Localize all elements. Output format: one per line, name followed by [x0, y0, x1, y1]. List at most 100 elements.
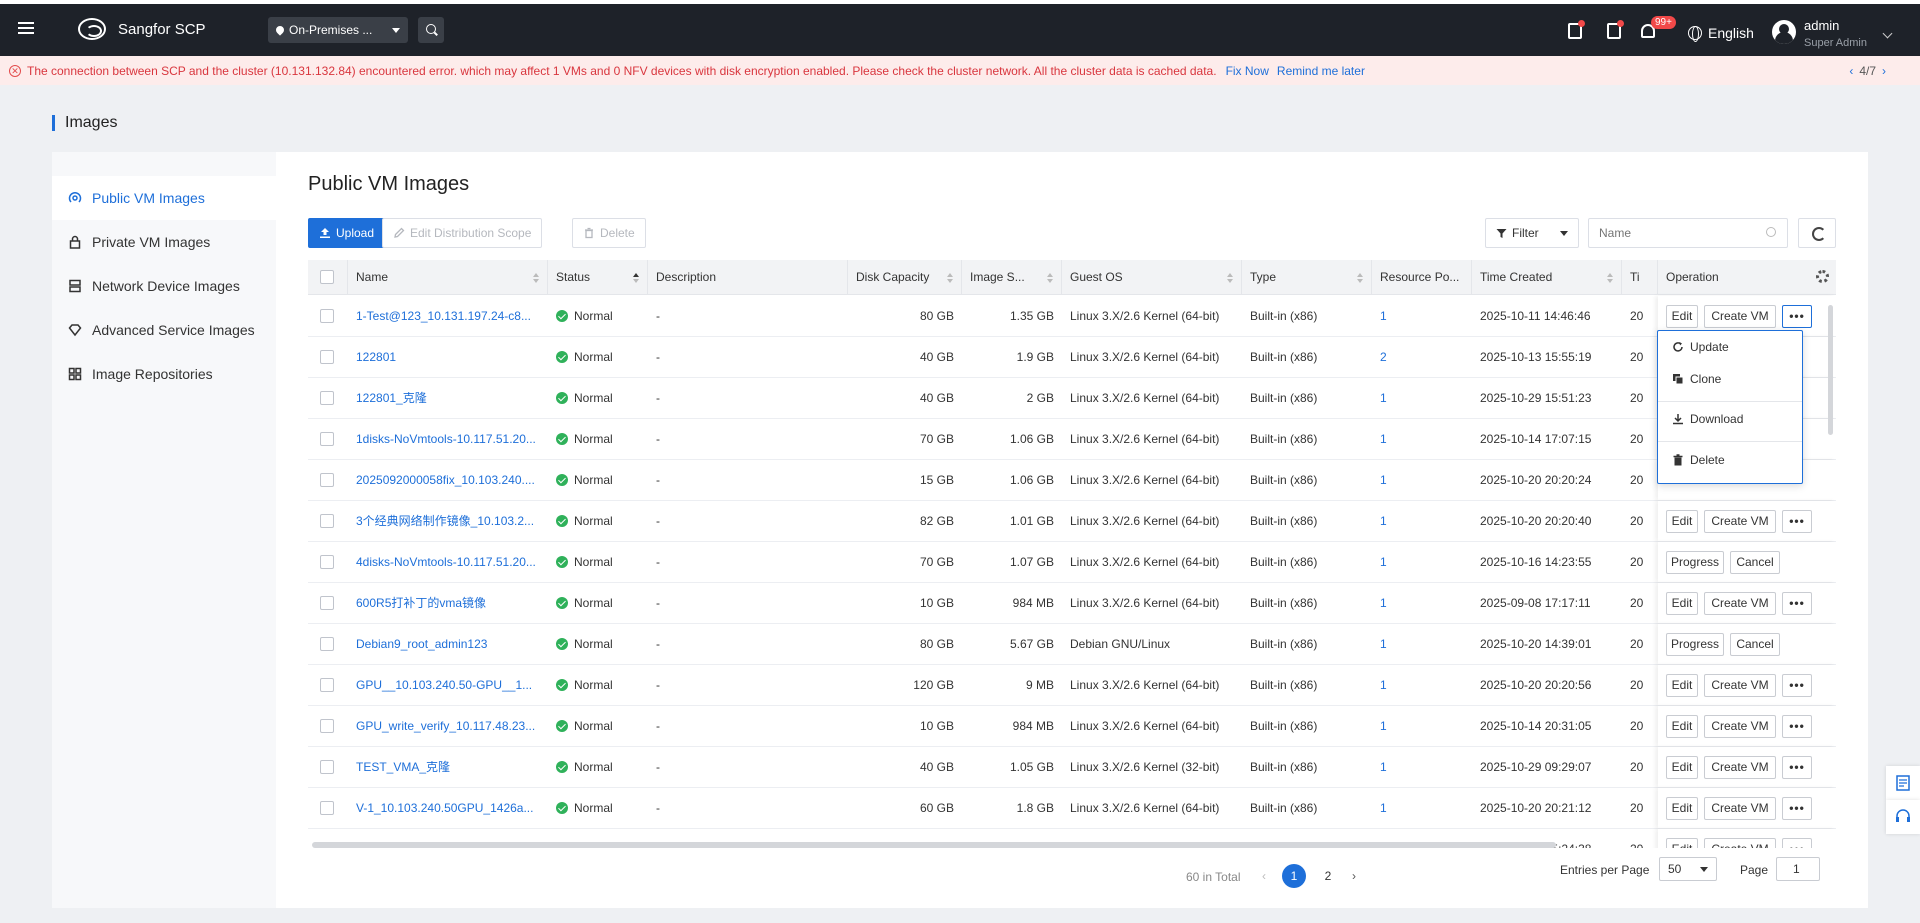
- refresh-button[interactable]: [1798, 218, 1836, 248]
- user-avatar[interactable]: [1772, 20, 1796, 44]
- create-vm-button[interactable]: Create VM: [1704, 838, 1776, 848]
- image-name-link[interactable]: 122801_克隆: [348, 378, 548, 418]
- menu-item-clone[interactable]: Clone: [1658, 363, 1802, 395]
- menu-item-update[interactable]: Update: [1658, 331, 1802, 363]
- create-vm-button[interactable]: Create VM: [1704, 797, 1776, 820]
- sidebar-item-advanced-service-images[interactable]: Advanced Service Images: [52, 308, 276, 352]
- image-name-link[interactable]: 4disks-NoVmtools-10.117.51.20...: [348, 542, 548, 582]
- column-header-time-created[interactable]: Time Created: [1472, 260, 1622, 295]
- image-name-link[interactable]: TEST_VMA_克隆: [348, 747, 548, 787]
- image-name-link[interactable]: 1-Test@123_10.131.197.24-c8...: [348, 296, 548, 336]
- row-checkbox[interactable]: [320, 637, 334, 651]
- create-vm-button[interactable]: Create VM: [1704, 592, 1776, 615]
- fix-now-link[interactable]: Fix Now: [1226, 64, 1269, 78]
- horizontal-scrollbar[interactable]: [312, 842, 1556, 848]
- resource-pool-link[interactable]: 1: [1372, 501, 1472, 541]
- table-row[interactable]: GPU__10.103.240.50-GPU__1... Normal - 120 G…: [308, 665, 1836, 706]
- chevron-right-icon[interactable]: ›: [1882, 64, 1886, 78]
- edit-button[interactable]: Edit: [1666, 305, 1698, 328]
- more-actions-button[interactable]: •••: [1782, 756, 1812, 779]
- edit-button[interactable]: Edit: [1666, 715, 1698, 738]
- column-settings-gear-icon[interactable]: [1816, 270, 1829, 283]
- filter-button[interactable]: Filter: [1485, 218, 1579, 248]
- row-checkbox[interactable]: [320, 678, 334, 692]
- row-checkbox[interactable]: [320, 719, 334, 733]
- sidebar-item-network-device-images[interactable]: Network Device Images: [52, 264, 276, 308]
- resource-pool-link[interactable]: 1: [1372, 583, 1472, 623]
- globe-icon[interactable]: [1688, 25, 1702, 42]
- user-name[interactable]: admin: [1804, 18, 1839, 33]
- floating-support-icon[interactable]: [1886, 800, 1920, 834]
- create-vm-button[interactable]: Create VM: [1704, 510, 1776, 533]
- upload-button[interactable]: Upload: [308, 218, 386, 248]
- more-actions-button[interactable]: •••: [1782, 715, 1812, 738]
- image-name-link[interactable]: 3个经典网络制作镜像_10.103.2...: [348, 501, 548, 541]
- chevron-left-icon[interactable]: ‹: [1849, 64, 1853, 78]
- edit-button[interactable]: Edit: [1666, 674, 1698, 697]
- delete-button[interactable]: Delete: [572, 218, 646, 248]
- table-row[interactable]: 122801_克隆 Normal - 40 GB 2 GB Linux 3.X/2.6 K…: [308, 378, 1836, 419]
- edit-button[interactable]: Edit: [1666, 510, 1698, 533]
- resource-pool-link[interactable]: 1: [1372, 706, 1472, 746]
- row-checkbox[interactable]: [320, 555, 334, 569]
- column-header-name[interactable]: Name: [348, 260, 548, 295]
- alarm-report-icon[interactable]: [1607, 20, 1624, 39]
- cancel-button[interactable]: Cancel: [1730, 551, 1780, 574]
- row-checkbox[interactable]: [320, 760, 334, 774]
- more-actions-button[interactable]: •••: [1782, 510, 1812, 533]
- column-header-guest-os[interactable]: Guest OS: [1062, 260, 1242, 295]
- edit-button[interactable]: Edit: [1666, 756, 1698, 779]
- row-checkbox[interactable]: [320, 801, 334, 815]
- global-search-icon[interactable]: [418, 17, 444, 43]
- image-name-link[interactable]: 1disks-NoVmtools-10.117.51.20...: [348, 419, 548, 459]
- menu-item-delete[interactable]: Delete: [1658, 444, 1802, 476]
- table-row[interactable]: GPU_write_verify_10.117.48.23... Normal - 1…: [308, 706, 1836, 747]
- image-name-link[interactable]: 600R5打补丁的vma镜像: [348, 583, 548, 623]
- resource-pool-link[interactable]: 1: [1372, 419, 1472, 459]
- table-row[interactable]: TEST_VMA_克隆 Normal - 40 GB 1.05 GB Linux 3.X/…: [308, 747, 1836, 788]
- remind-later-link[interactable]: Remind me later: [1277, 64, 1365, 78]
- column-header-image-size[interactable]: Image S...: [962, 260, 1062, 295]
- page-number-input[interactable]: 1: [1776, 857, 1820, 881]
- next-page-icon[interactable]: ›: [1352, 869, 1356, 883]
- floating-document-icon[interactable]: [1886, 766, 1920, 800]
- page-2-button[interactable]: 2: [1316, 864, 1340, 888]
- row-checkbox[interactable]: [320, 432, 334, 446]
- more-actions-button[interactable]: •••: [1782, 592, 1812, 615]
- vertical-scrollbar[interactable]: [1828, 305, 1833, 435]
- resource-pool-link[interactable]: 1: [1372, 624, 1472, 664]
- language-selector[interactable]: English: [1708, 25, 1754, 41]
- create-vm-button[interactable]: Create VM: [1704, 756, 1776, 779]
- row-checkbox[interactable]: [320, 596, 334, 610]
- more-actions-button[interactable]: •••: [1782, 838, 1812, 848]
- image-name-link[interactable]: V-1_10.103.240.50GPU_1426a...: [348, 788, 548, 828]
- resource-pool-link[interactable]: 1: [1372, 747, 1472, 787]
- row-checkbox[interactable]: [320, 391, 334, 405]
- row-checkbox[interactable]: [320, 350, 334, 364]
- sidebar-item-public-vm-images[interactable]: Public VM Images: [52, 176, 276, 220]
- edit-distribution-scope-button[interactable]: Edit Distribution Scope: [382, 218, 543, 248]
- task-list-icon[interactable]: [1568, 20, 1585, 39]
- table-row[interactable]: 4disks-NoVmtools-10.117.51.20... Normal - 7…: [308, 542, 1836, 583]
- edit-button[interactable]: Edit: [1666, 797, 1698, 820]
- cancel-button[interactable]: Cancel: [1730, 633, 1780, 656]
- progress-button[interactable]: Progress: [1666, 633, 1724, 656]
- table-row[interactable]: Debian9_root_admin123 Normal - 80 GB 5.67 GB…: [308, 624, 1836, 665]
- row-checkbox[interactable]: [320, 309, 334, 323]
- resource-pool-link[interactable]: 2: [1372, 337, 1472, 377]
- sidebar-item-private-vm-images[interactable]: Private VM Images: [52, 220, 276, 264]
- resource-pool-link[interactable]: 1: [1372, 378, 1472, 418]
- user-menu-chevron-icon[interactable]: [1882, 28, 1893, 39]
- resource-pool-link[interactable]: 1: [1372, 460, 1472, 500]
- menu-item-download[interactable]: Download: [1658, 403, 1802, 435]
- progress-button[interactable]: Progress: [1666, 551, 1724, 574]
- more-actions-button[interactable]: •••: [1782, 305, 1812, 328]
- resource-pool-link[interactable]: 1: [1372, 788, 1472, 828]
- image-name-link[interactable]: 122801: [348, 337, 548, 377]
- table-row[interactable]: 1-Test@123_10.131.197.24-c8... Normal - 80 …: [308, 296, 1836, 337]
- table-row[interactable]: 1disks-NoVmtools-10.117.51.20... Normal - 7…: [308, 419, 1836, 460]
- table-row[interactable]: 2025092000058fix_10.103.240.... Normal - 15…: [308, 460, 1836, 501]
- edit-button[interactable]: Edit: [1666, 592, 1698, 615]
- location-selector[interactable]: On-Premises ...: [268, 17, 408, 43]
- table-row[interactable]: 122801 Normal - 40 GB 1.9 GB Linux 3.X/2.6 Ke…: [308, 337, 1836, 378]
